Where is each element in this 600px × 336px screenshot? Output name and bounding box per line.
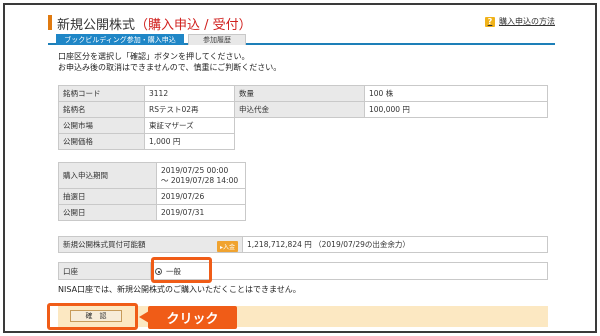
nisa-note: NISA口座では、新規公開株式のご購入いただくことはできません。 (58, 285, 301, 294)
screenshot-frame: 新規公開株式（購入申込 / 受付） ? 購入申込の方法 ブックビルディング参加・… (3, 3, 597, 333)
period-start: 2019/07/25 00:00 (161, 165, 229, 175)
instruction-line: 口座区分を選択し「確認」ボタンを押してください。 (58, 52, 250, 61)
name-value: RSテスト02再 (144, 101, 235, 118)
quantity-value: 100 株 (364, 85, 548, 102)
amount-value: 100,000 円 (364, 101, 548, 118)
lottery-value: 2019/07/26 (156, 188, 246, 205)
period-value: 2019/07/25 00:00 ～ 2019/07/28 14:00 (156, 162, 246, 189)
name-label: 銘柄名 (58, 101, 145, 118)
account-label: 口座 (58, 262, 151, 280)
tab-history[interactable]: 参加履歴 (188, 34, 246, 45)
quantity-label: 数量 (234, 85, 365, 102)
account-table: 口座 一般 (58, 262, 548, 280)
radio-highlight-box (151, 257, 212, 283)
funds-table: 新規公開株式買付可能額 ▸入金 1,218,712,824 円 （2019/07… (58, 236, 548, 253)
market-label: 公開市場 (58, 117, 145, 134)
callout-label: クリック (148, 306, 237, 329)
schedule-table: 購入申込期間 2019/07/25 00:00 ～ 2019/07/28 14:… (58, 162, 246, 221)
help-link[interactable]: ? 購入申込の方法 (485, 16, 555, 27)
title-marker (48, 15, 52, 30)
tab-bar: ブックビルディング参加・購入申込 参加履歴 (48, 34, 555, 45)
funds-label: 新規公開株式買付可能額 (63, 240, 146, 249)
price-value: 1,000 円 (144, 133, 235, 150)
deposit-badge[interactable]: ▸入金 (216, 241, 238, 252)
period-label: 購入申込期間 (58, 162, 157, 189)
page-title: 新規公開株式（購入申込 / 受付） (57, 18, 252, 33)
instruction-line: お申込み後の取消はできませんので、慎重にご判断ください。 (58, 63, 282, 72)
page-title-accent: （購入申込 / 受付） (135, 18, 252, 33)
period-end: ～ 2019/07/28 14:00 (161, 175, 239, 185)
code-label: 銘柄コード (58, 85, 145, 102)
help-link-label: 購入申込の方法 (499, 17, 555, 26)
click-callout: クリック (139, 306, 237, 329)
funds-label-cell: 新規公開株式買付可能額 ▸入金 (58, 236, 243, 253)
listing-label: 公開日 (58, 204, 157, 221)
tab-bookbuilding[interactable]: ブックビルディング参加・購入申込 (56, 34, 184, 45)
funds-value: 1,218,712,824 円 （2019/07/29の出金余力） (242, 236, 548, 253)
price-label: 公開価格 (58, 133, 145, 150)
lottery-label: 抽選日 (58, 188, 157, 205)
page-header: 新規公開株式（購入申込 / 受付） ? 購入申込の方法 (48, 13, 555, 33)
code-value: 3112 (144, 85, 235, 102)
listing-value: 2019/07/31 (156, 204, 246, 221)
stock-details-table: 銘柄コード 3112 数量 100 株 銘柄名 RSテスト02再 申込代金 10… (58, 85, 548, 150)
instructions: 口座区分を選択し「確認」ボタンを押してください。 お申込み後の取消はできませんの… (58, 51, 281, 73)
button-highlight-box (47, 303, 138, 330)
amount-label: 申込代金 (234, 101, 365, 118)
question-icon: ? (485, 16, 495, 27)
market-value: 東証マザーズ (144, 117, 235, 134)
